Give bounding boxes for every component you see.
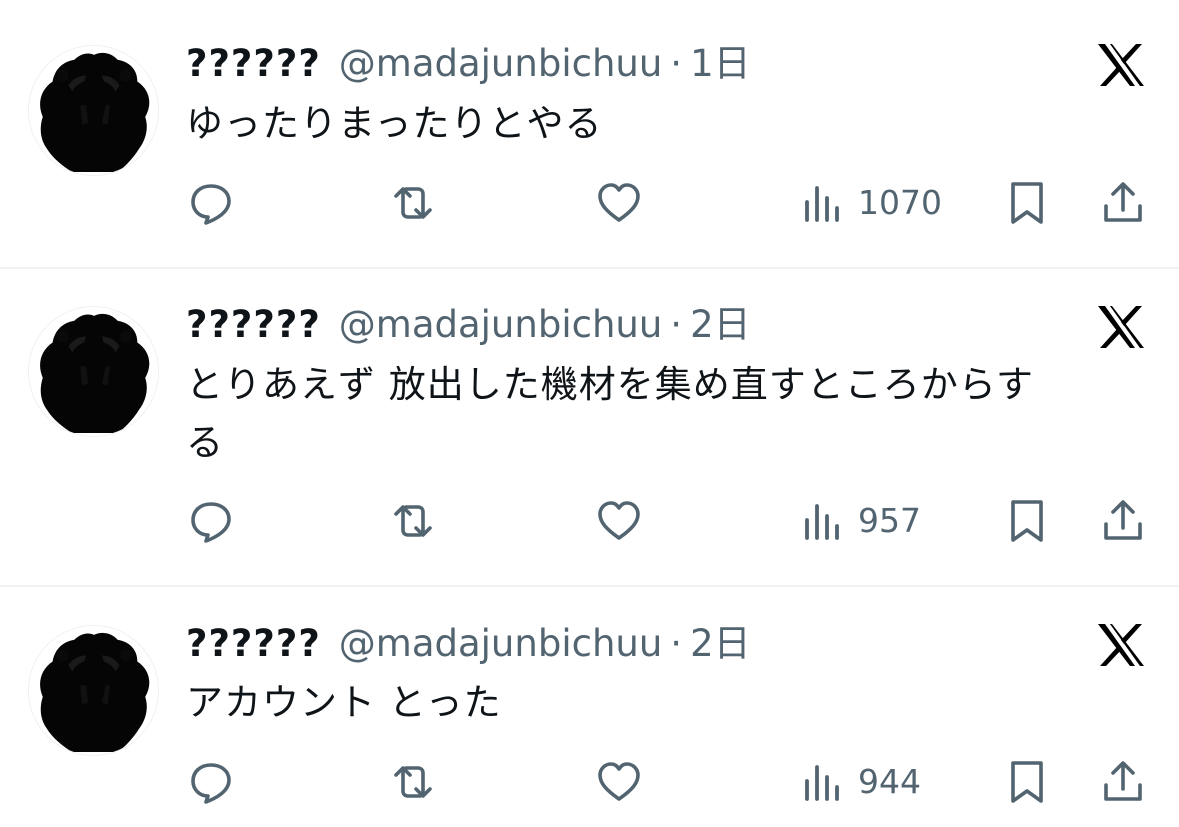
x-logo-icon bbox=[1096, 42, 1146, 88]
share-icon bbox=[1100, 498, 1146, 544]
action-bar: 1070 bbox=[0, 178, 1179, 228]
avatar[interactable] bbox=[28, 625, 159, 756]
share-button[interactable] bbox=[1100, 496, 1146, 546]
retweet-icon bbox=[390, 498, 436, 544]
speech-bubble-icon bbox=[188, 180, 234, 226]
retweet-button[interactable] bbox=[390, 496, 436, 546]
retweet-icon bbox=[390, 759, 436, 805]
share-icon bbox=[1100, 180, 1146, 226]
retweet-button[interactable] bbox=[390, 757, 436, 807]
speech-bubble-icon bbox=[188, 498, 234, 544]
heart-icon bbox=[596, 498, 642, 544]
tweet-text-line: る bbox=[186, 421, 224, 464]
avatar-silhouette-image bbox=[29, 307, 158, 436]
like-button[interactable] bbox=[596, 757, 642, 807]
separator-dot: · bbox=[670, 622, 683, 665]
tweet-text: アカウント とった bbox=[186, 674, 1146, 732]
action-bar: 957 bbox=[0, 496, 1179, 546]
views-count: 944 bbox=[858, 762, 921, 801]
user-handle[interactable]: @madajunbichuu bbox=[339, 301, 663, 349]
reply-button[interactable] bbox=[188, 496, 234, 546]
views-button[interactable]: 944 bbox=[800, 757, 921, 807]
bookmark-icon bbox=[1004, 498, 1050, 544]
views-count: 1070 bbox=[858, 183, 942, 222]
bar-chart-icon bbox=[800, 759, 846, 805]
views-count: 957 bbox=[858, 501, 921, 540]
tweet-card[interactable]: ?????? @madajunbichuu · 2日 アカウント とった 944 bbox=[0, 586, 1179, 827]
x-logo-icon bbox=[1096, 304, 1146, 350]
tweet-header: ?????? @madajunbichuu · 2日 bbox=[186, 301, 751, 349]
avatar-silhouette-image bbox=[29, 626, 158, 755]
tweet-card[interactable]: ?????? @madajunbichuu · 1日 ゆったりまったりとやる 1… bbox=[0, 0, 1179, 268]
tweet-header: ?????? @madajunbichuu · 2日 bbox=[186, 620, 751, 668]
separator-dot: · bbox=[670, 42, 683, 85]
retweet-icon bbox=[390, 180, 436, 226]
share-icon bbox=[1100, 759, 1146, 805]
user-handle[interactable]: @madajunbichuu bbox=[339, 40, 663, 88]
x-logo-icon bbox=[1096, 622, 1146, 668]
speech-bubble-icon bbox=[188, 759, 234, 805]
timestamp[interactable]: 2日 bbox=[690, 620, 751, 668]
views-button[interactable]: 957 bbox=[800, 496, 921, 546]
tweet-text: とりあえず 放出した機材を集め直すところからす る bbox=[186, 356, 1146, 472]
display-name[interactable]: ?????? bbox=[186, 620, 321, 668]
bookmark-button[interactable] bbox=[1004, 757, 1050, 807]
views-button[interactable]: 1070 bbox=[800, 178, 942, 228]
timestamp[interactable]: 1日 bbox=[690, 40, 751, 88]
tweet-text-line: ゆったりまったりとやる bbox=[186, 102, 603, 145]
reply-button[interactable] bbox=[188, 757, 234, 807]
tweet-header: ?????? @madajunbichuu · 1日 bbox=[186, 40, 751, 88]
tweet-card[interactable]: ?????? @madajunbichuu · 2日 とりあえず 放出した機材を… bbox=[0, 268, 1179, 586]
user-handle[interactable]: @madajunbichuu bbox=[339, 620, 663, 668]
tweet-text-line: とりあえず 放出した機材を集め直すところからす bbox=[186, 363, 1035, 406]
retweet-button[interactable] bbox=[390, 178, 436, 228]
tweet-text-line: アカウント とった bbox=[186, 681, 502, 724]
bar-chart-icon bbox=[800, 180, 846, 226]
action-bar: 944 bbox=[0, 757, 1179, 807]
heart-icon bbox=[596, 759, 642, 805]
bar-chart-icon bbox=[800, 498, 846, 544]
avatar-silhouette-image bbox=[29, 46, 158, 175]
display-name[interactable]: ?????? bbox=[186, 301, 321, 349]
heart-icon bbox=[596, 180, 642, 226]
bookmark-button[interactable] bbox=[1004, 496, 1050, 546]
avatar[interactable] bbox=[28, 306, 159, 437]
timestamp[interactable]: 2日 bbox=[690, 301, 751, 349]
share-button[interactable] bbox=[1100, 178, 1146, 228]
reply-button[interactable] bbox=[188, 178, 234, 228]
bookmark-icon bbox=[1004, 759, 1050, 805]
bookmark-button[interactable] bbox=[1004, 178, 1050, 228]
bookmark-icon bbox=[1004, 180, 1050, 226]
display-name[interactable]: ?????? bbox=[186, 40, 321, 88]
separator-dot: · bbox=[670, 303, 683, 346]
tweet-text: ゆったりまったりとやる bbox=[186, 95, 1146, 153]
avatar[interactable] bbox=[28, 45, 159, 176]
share-button[interactable] bbox=[1100, 757, 1146, 807]
like-button[interactable] bbox=[596, 178, 642, 228]
like-button[interactable] bbox=[596, 496, 642, 546]
